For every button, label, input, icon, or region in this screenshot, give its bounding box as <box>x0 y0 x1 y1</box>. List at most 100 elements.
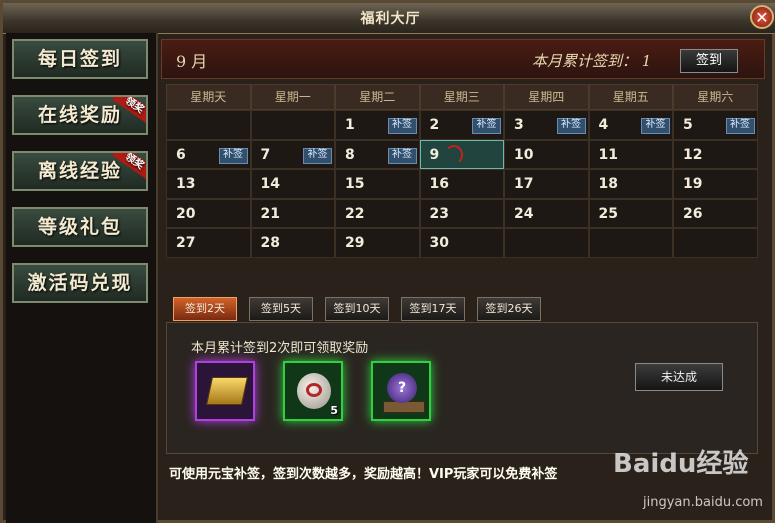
calendar-day[interactable]: 3 补签 <box>504 110 589 140</box>
sidebar: 每日签到 在线奖励 领奖 离线经验 领奖 等级礼包 激活码兑现 <box>6 33 158 523</box>
sidebar-item-daily-signin[interactable]: 每日签到 <box>12 39 148 79</box>
calendar-week-row: 6 补签 7 补签 8 补签 9 10 11 12 <box>166 139 758 169</box>
sidebar-item-online-reward[interactable]: 在线奖励 领奖 <box>12 95 148 135</box>
sidebar-item-activation-code[interactable]: 激活码兑现 <box>12 263 148 303</box>
makeup-signin-button[interactable]: 补签 <box>641 118 670 134</box>
calendar-day[interactable]: 22 <box>335 198 420 228</box>
day-number: 22 <box>345 205 365 222</box>
makeup-signin-button[interactable]: 补签 <box>725 118 755 134</box>
watermark-url: jingyan.baidu.com <box>643 495 763 510</box>
hint-text: 可使用元宝补签，签到次数越多，奖励越高！VIP玩家可以免费补签 <box>169 467 558 482</box>
sidebar-item-level-gift[interactable]: 等级礼包 <box>12 207 148 247</box>
calendar-day[interactable]: 11 <box>588 139 673 169</box>
not-reached-button[interactable]: 未达成 <box>635 363 723 391</box>
calendar-day[interactable]: 23 <box>419 198 504 228</box>
makeup-signin-button[interactable]: 补签 <box>387 118 417 134</box>
weekday-header: 星期四 <box>504 84 589 110</box>
calendar-day[interactable]: 10 <box>504 139 589 169</box>
calendar-day[interactable]: 12 <box>673 139 758 169</box>
tab-signin-days[interactable]: 签到5天 <box>249 297 313 321</box>
makeup-signin-button[interactable]: 补签 <box>556 118 586 134</box>
day-number: 1 <box>345 117 355 133</box>
weekday-header: 星期三 <box>419 84 504 110</box>
calendar-day[interactable]: 16 <box>419 169 504 199</box>
gold-ingot-icon <box>206 377 248 405</box>
window-title: 福利大厅 <box>360 11 421 27</box>
reward-panel: 本月累计签到2次即可领取奖励 5 ? 未达成 <box>166 322 758 454</box>
calendar-day[interactable]: 28 <box>250 228 335 258</box>
calendar-day[interactable]: 2 补签 <box>419 110 504 140</box>
sidebar-item-label: 每日签到 <box>37 48 122 70</box>
calendar-weekday-row: 星期天 星期一 星期二 星期三 星期四 星期五 星期六 <box>166 84 758 110</box>
day-number: 25 <box>598 205 618 222</box>
calendar-empty-cell <box>673 228 758 258</box>
sidebar-item-label: 激活码兑现 <box>27 272 133 294</box>
calendar-day[interactable]: 15 <box>335 169 420 199</box>
day-number: 17 <box>514 176 534 192</box>
reward-item-mystery[interactable]: ? <box>371 361 431 421</box>
calendar-week-row: 13 14 15 16 17 18 19 <box>166 169 758 199</box>
signin-header: 9 月 本月累计签到： 1 签到 <box>161 39 765 79</box>
tab-signin-days[interactable]: 签到2天 <box>173 297 237 321</box>
calendar-day-today[interactable]: 9 <box>419 139 504 169</box>
close-icon[interactable]: ✕ <box>750 5 774 29</box>
calendar-day[interactable]: 20 <box>166 198 251 228</box>
sidebar-item-label: 离线经验 <box>37 160 122 182</box>
reward-item-gold[interactable] <box>195 361 255 421</box>
weekday-header: 星期六 <box>673 84 758 110</box>
day-number: 27 <box>176 235 196 251</box>
calendar-day[interactable]: 7 补签 <box>250 139 335 169</box>
calendar-day[interactable]: 19 <box>673 169 758 199</box>
weekday-header: 星期五 <box>588 84 673 110</box>
calendar-day[interactable]: 30 <box>419 228 504 258</box>
day-number: 28 <box>260 235 280 251</box>
total-signin: 本月累计签到： 1 <box>532 50 651 71</box>
calendar-day[interactable]: 14 <box>250 169 335 199</box>
calendar-day[interactable]: 27 <box>166 228 251 258</box>
calendar-day[interactable]: 29 <box>335 228 420 258</box>
makeup-signin-button[interactable]: 补签 <box>303 147 332 164</box>
calendar-day[interactable]: 8 补签 <box>335 139 420 169</box>
calendar-week-row: 20 21 22 23 24 25 26 <box>166 198 758 228</box>
weekday-header: 星期天 <box>166 84 251 110</box>
calendar-day[interactable]: 18 <box>588 169 673 199</box>
calendar-day[interactable]: 25 <box>588 198 673 228</box>
day-number: 13 <box>176 176 196 192</box>
day-number: 3 <box>514 117 524 133</box>
reward-item-jade[interactable]: 5 <box>283 361 343 421</box>
calendar-day[interactable]: 24 <box>504 198 589 228</box>
day-number: 29 <box>345 235 365 251</box>
makeup-signin-button[interactable]: 补签 <box>472 118 501 134</box>
makeup-signin-button[interactable]: 补签 <box>387 147 417 164</box>
signin-button[interactable]: 签到 <box>680 49 738 73</box>
day-number: 10 <box>514 146 534 163</box>
calendar-day[interactable]: 5 补签 <box>673 110 758 140</box>
day-number: 21 <box>260 205 280 222</box>
makeup-signin-button[interactable]: 补签 <box>218 147 248 164</box>
month-label: 9 月 <box>176 52 208 71</box>
calendar-week-row: 1 补签 2 补签 3 补签 4 补签 5 补签 <box>166 110 758 140</box>
calendar-day[interactable]: 17 <box>504 169 589 199</box>
day-number: 4 <box>598 117 609 133</box>
tab-signin-days[interactable]: 签到17天 <box>401 297 465 321</box>
tab-signin-days[interactable]: 签到10天 <box>325 297 389 321</box>
calendar-empty-cell <box>504 228 589 258</box>
day-number: 14 <box>260 176 280 192</box>
day-number: 23 <box>429 205 449 222</box>
calendar-day[interactable]: 26 <box>673 198 758 228</box>
tab-signin-days[interactable]: 签到26天 <box>477 297 541 321</box>
day-number: 24 <box>514 205 534 222</box>
calendar-day[interactable]: 1 补签 <box>335 110 420 140</box>
total-signin-label: 本月累计签到： <box>532 52 638 70</box>
calendar-empty-cell <box>588 228 673 258</box>
calendar-day[interactable]: 21 <box>250 198 335 228</box>
calendar-day[interactable]: 6 补签 <box>166 139 251 169</box>
calendar-day[interactable]: 4 补签 <box>588 110 673 140</box>
calendar-week-row: 27 28 29 30 <box>166 228 758 258</box>
sidebar-item-offline-exp[interactable]: 离线经验 领奖 <box>12 151 148 191</box>
calendar-day[interactable]: 13 <box>166 169 251 199</box>
watermark: Baidu经验 <box>613 449 749 479</box>
jade-orb-icon <box>297 373 331 409</box>
day-number: 2 <box>429 117 440 133</box>
day-number: 15 <box>345 176 365 192</box>
